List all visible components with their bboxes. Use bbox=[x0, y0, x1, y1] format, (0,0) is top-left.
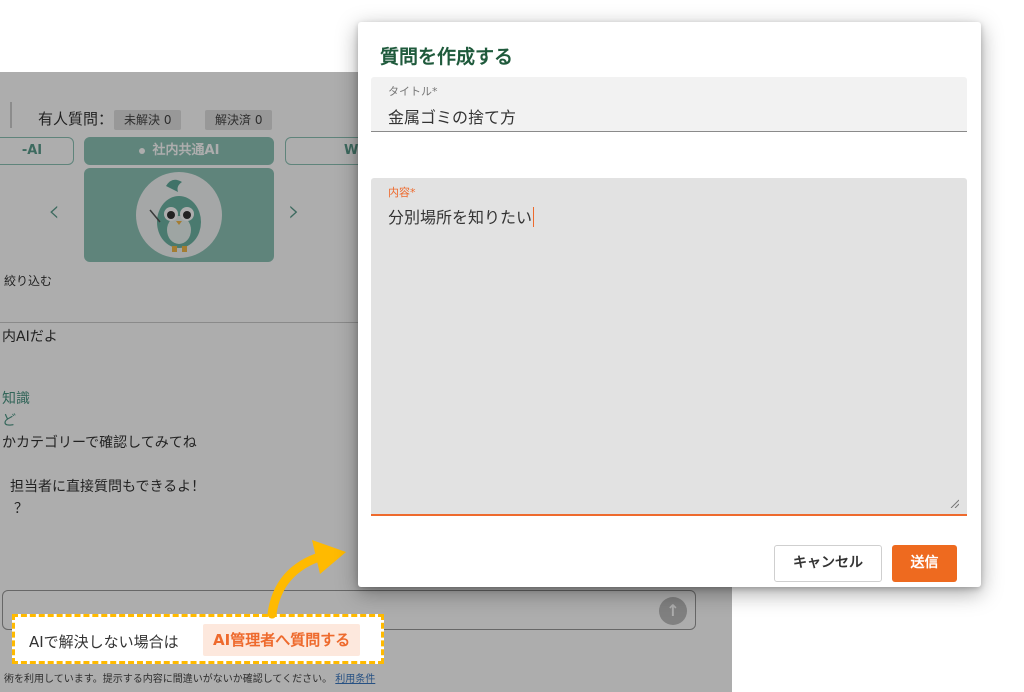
create-question-dialog: 質問を作成する タイトル* 金属ゴミの捨て方 内容* 分別場所を知りたい キャン… bbox=[358, 22, 981, 587]
dialog-title: 質問を作成する bbox=[380, 46, 514, 68]
ask-admin-callout: AIで解決しない場合は AI管理者へ質問する bbox=[12, 614, 384, 664]
content-field-value-wrapper[interactable]: 分別場所を知りたい bbox=[388, 204, 535, 228]
content-textarea[interactable]: 内容* 分別場所を知りたい bbox=[371, 178, 967, 516]
submit-button[interactable]: 送信 bbox=[892, 545, 957, 582]
text-caret bbox=[533, 207, 535, 227]
content-field-label: 内容* bbox=[388, 186, 416, 199]
title-field-value[interactable]: 金属ゴミの捨て方 bbox=[388, 104, 516, 128]
content-field-value[interactable]: 分別場所を知りたい bbox=[388, 208, 532, 227]
cancel-button[interactable]: キャンセル bbox=[774, 545, 882, 582]
title-field[interactable]: タイトル* 金属ゴミの捨て方 bbox=[371, 77, 967, 132]
callout-text: AIで解決しない場合は bbox=[29, 633, 179, 651]
title-field-label: タイトル* bbox=[388, 85, 438, 98]
curved-arrow-icon bbox=[267, 540, 346, 619]
resize-handle-icon[interactable] bbox=[949, 498, 959, 508]
ask-admin-button[interactable]: AI管理者へ質問する bbox=[203, 624, 361, 656]
